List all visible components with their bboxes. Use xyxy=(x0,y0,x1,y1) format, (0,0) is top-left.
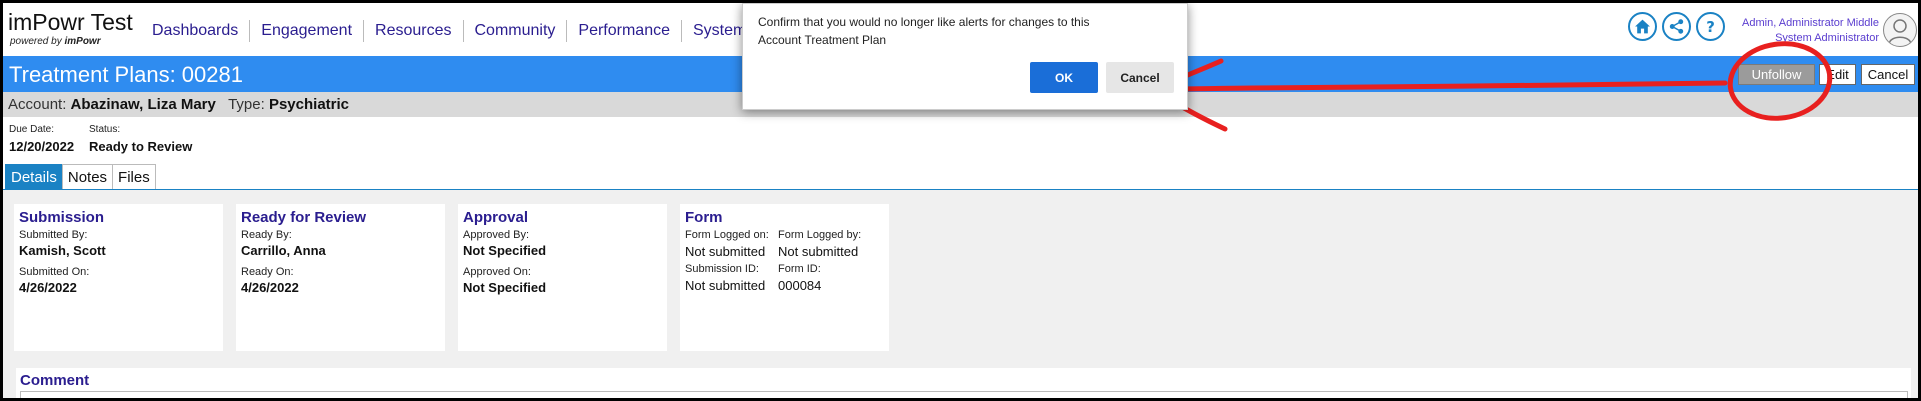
card-title: Ready for Review xyxy=(241,209,367,226)
approved-by-value: Not Specified xyxy=(463,243,547,258)
submitted-on-value: 4/26/2022 xyxy=(19,280,77,295)
approval-card: Approval Approved By: Not Specified Appr… xyxy=(458,204,667,351)
help-icon[interactable]: ? xyxy=(1696,12,1725,41)
dialog-cancel-button[interactable]: Cancel xyxy=(1106,62,1174,93)
app-title: imPowr Test xyxy=(8,9,133,35)
header-icons: ? xyxy=(1628,12,1725,41)
approved-on-value: Not Specified xyxy=(463,280,547,295)
dialog-message: Confirm that you would no longer like al… xyxy=(758,13,1138,49)
submitted-by-label: Submitted By: xyxy=(19,229,88,241)
ready-on-label: Ready On: xyxy=(241,266,294,278)
main-nav: Dashboards Engagement Resources Communit… xyxy=(141,20,757,42)
tab-details[interactable]: Details xyxy=(5,164,63,189)
home-icon[interactable] xyxy=(1628,12,1657,41)
tab-files[interactable]: Files xyxy=(112,164,156,189)
nav-engagement[interactable]: Engagement xyxy=(249,20,363,42)
account-value: Abazinaw, Liza Mary xyxy=(70,96,216,113)
review-card: Ready for Review Ready By: Carrillo, Ann… xyxy=(236,204,445,351)
card-title: Approval xyxy=(463,209,529,226)
submitted-on-label: Submitted On: xyxy=(19,266,90,278)
confirm-dialog: Confirm that you would no longer like al… xyxy=(742,3,1188,110)
card-title: Form xyxy=(685,209,723,226)
dialog-message-line-1: Confirm that you would no longer like al… xyxy=(758,15,1090,29)
form-logged-on-label: Form Logged on: xyxy=(685,229,769,241)
form-card: Form Form Logged on: Not submitted Form … xyxy=(680,204,889,351)
svg-text:?: ? xyxy=(1706,18,1715,35)
nav-resources[interactable]: Resources xyxy=(363,20,462,42)
powered-by: powered by imPowr xyxy=(10,36,101,47)
tab-bar: Details Notes Files xyxy=(5,164,156,189)
ready-by-label: Ready By: xyxy=(241,229,292,241)
user-role: System Administrator xyxy=(1775,32,1879,44)
details-panel: Submission Submitted By: Kamish, Scott S… xyxy=(3,190,1918,398)
status-value: Ready to Review xyxy=(89,139,193,154)
status-label: Status: xyxy=(89,124,121,135)
app-window: imPowr Test powered by imPowr Dashboards… xyxy=(3,3,1918,398)
submission-id-label: Submission ID: xyxy=(685,263,759,275)
powered-by-prefix: powered by xyxy=(10,36,62,47)
ready-by-value: Carrillo, Anna xyxy=(241,243,326,258)
submitted-by-value: Kamish, Scott xyxy=(19,243,106,258)
cancel-button[interactable]: Cancel xyxy=(1861,64,1915,85)
ready-on-value: 4/26/2022 xyxy=(241,280,299,295)
due-date-label: Due Date: xyxy=(9,124,55,135)
ok-button[interactable]: OK xyxy=(1030,62,1098,93)
type-label: Type: xyxy=(228,96,265,113)
due-date-value: 12/20/2022 xyxy=(9,139,75,154)
powered-by-brand: imPowr xyxy=(64,36,101,47)
submission-id-value: Not submitted xyxy=(685,278,766,293)
submission-card: Submission Submitted By: Kamish, Scott S… xyxy=(14,204,223,351)
card-title: Submission xyxy=(19,209,105,226)
comment-section: Comment xyxy=(16,368,1911,398)
account-label: Account: xyxy=(8,96,67,113)
comment-input[interactable] xyxy=(20,391,1908,398)
avatar[interactable] xyxy=(1883,13,1917,47)
form-id-label: Form ID: xyxy=(778,263,821,275)
form-logged-by-value: Not submitted xyxy=(778,244,859,259)
dialog-message-line-2: Account Treatment Plan xyxy=(758,33,887,47)
page-title: Treatment Plans: 00281 xyxy=(9,62,243,87)
type-value: Psychiatric xyxy=(268,96,349,113)
account-line: Account: Abazinaw, Liza Mary Type: Psych… xyxy=(8,96,349,113)
approved-on-label: Approved On: xyxy=(463,266,531,278)
share-icon[interactable] xyxy=(1662,12,1691,41)
nav-community[interactable]: Community xyxy=(462,20,567,42)
edit-button[interactable]: Edit xyxy=(1819,64,1856,85)
form-logged-on-value: Not submitted xyxy=(685,244,766,259)
form-id-value: 000084 xyxy=(778,278,822,293)
unfollow-button[interactable]: Unfollow xyxy=(1738,64,1815,85)
form-logged-by-label: Form Logged by: xyxy=(778,229,862,241)
tab-notes[interactable]: Notes xyxy=(61,164,114,189)
comment-title: Comment xyxy=(20,372,90,389)
user-name[interactable]: Admin, Administrator Middle xyxy=(1739,17,1879,29)
nav-performance[interactable]: Performance xyxy=(566,20,681,42)
approved-by-label: Approved By: xyxy=(463,229,530,241)
user-avatar-icon xyxy=(1888,19,1912,45)
nav-dashboards[interactable]: Dashboards xyxy=(141,20,249,42)
